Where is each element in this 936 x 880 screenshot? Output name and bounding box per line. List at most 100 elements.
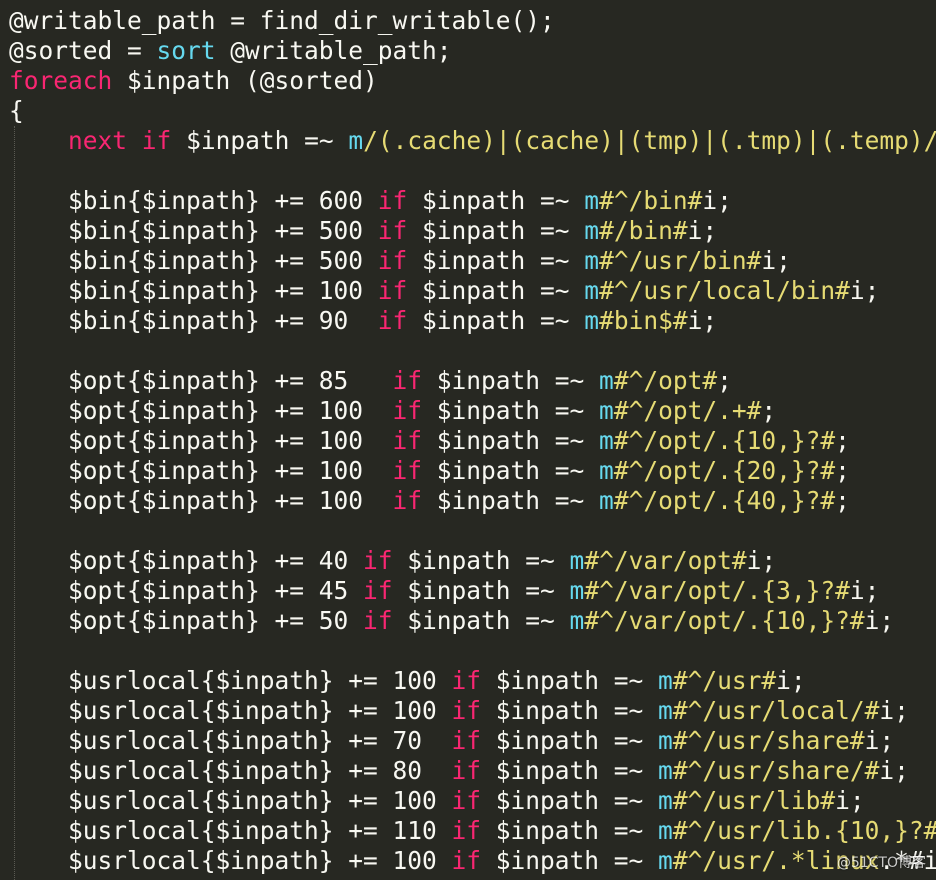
code-token: $inpath =~: [422, 486, 600, 515]
code-token: m: [658, 696, 673, 725]
code-token: ;: [835, 426, 850, 455]
code-editor[interactable]: @writable_path = find_dir_writable(); @so…: [0, 0, 936, 880]
code-token: #^/usr/local/#: [672, 696, 880, 725]
code-line[interactable]: $usrlocal{$inpath} += 110 if $inpath =~ …: [9, 816, 936, 846]
code-line[interactable]: $bin{$inpath} += 500 if $inpath =~ m#^/u…: [9, 246, 936, 276]
code-token: #^/var/opt#: [584, 546, 747, 575]
code-token: if: [377, 246, 408, 275]
code-token: m: [599, 486, 614, 515]
code-token: m: [584, 276, 600, 305]
code-line[interactable]: $opt{$inpath} += 85 if $inpath =~ m#^/op…: [9, 366, 936, 396]
code-token: m: [658, 726, 673, 755]
code-token: $inpath (@sorted): [112, 66, 378, 95]
code-token: foreach: [9, 66, 113, 95]
code-token: if: [451, 846, 482, 875]
code-token: i;: [687, 216, 718, 245]
code-line[interactable]: [9, 156, 936, 186]
code-token: i;: [879, 696, 909, 725]
code-line[interactable]: $bin{$inpath} += 600 if $inpath =~ m#^/b…: [9, 186, 936, 216]
code-token: $inpath =~: [422, 456, 600, 485]
code-line[interactable]: [9, 516, 936, 546]
code-token: #^/opt/.+#: [613, 396, 762, 425]
code-token: m: [584, 186, 600, 215]
code-token: if: [363, 606, 393, 635]
code-line[interactable]: $opt{$inpath} += 45 if $inpath =~ m#^/va…: [9, 576, 936, 606]
code-line[interactable]: [9, 336, 936, 366]
code-token: $usrlocal{$inpath} += 100: [9, 696, 452, 725]
code-line[interactable]: $usrlocal{$inpath} += 80 if $inpath =~ m…: [9, 756, 936, 786]
code-token: $opt{$inpath} += 100: [9, 456, 393, 485]
code-line[interactable]: next if $inpath =~ m/(.cache)|(cache)|(t…: [9, 126, 936, 156]
code-token: $opt{$inpath} += 85: [9, 366, 393, 395]
code-token: if: [377, 216, 408, 245]
code-token: $opt{$inpath} += 40: [9, 546, 364, 575]
code-token: m: [658, 786, 673, 815]
code-line[interactable]: $bin{$inpath} += 500 if $inpath =~ m#/bi…: [9, 216, 936, 246]
code-token: ;: [761, 396, 777, 425]
code-token: #^/usr/share/#: [672, 756, 880, 785]
code-token: #^/var/opt/.{10,}?#: [584, 606, 865, 635]
code-token: i;: [849, 276, 880, 305]
code-token: $inpath =~: [481, 696, 659, 725]
code-line[interactable]: $usrlocal{$inpath} += 100 if $inpath =~ …: [9, 786, 936, 816]
code-token: if: [392, 396, 423, 425]
code-line[interactable]: $usrlocal{$inpath} += 100 if $inpath =~ …: [9, 696, 936, 726]
code-token: $usrlocal{$inpath} += 100: [9, 846, 452, 875]
code-token: $bin{$inpath} += 90: [9, 306, 378, 335]
code-line[interactable]: $opt{$inpath} += 100 if $inpath =~ m#^/o…: [9, 426, 936, 456]
code-token: $inpath =~: [392, 606, 570, 635]
code-token: #^/usr/lib#: [672, 786, 836, 815]
code-token: $inpath =~: [481, 846, 659, 875]
code-line[interactable]: $opt{$inpath} += 50 if $inpath =~ m#^/va…: [9, 606, 936, 636]
code-token: #^/usr/share#: [672, 726, 865, 755]
code-line[interactable]: $opt{$inpath} += 100 if $inpath =~ m#^/o…: [9, 396, 936, 426]
code-token: if: [451, 726, 482, 755]
code-token: ;: [835, 456, 850, 485]
code-line[interactable]: {: [9, 96, 936, 126]
code-token: @writable_path;: [215, 36, 452, 65]
code-token: i;: [879, 756, 909, 785]
code-token: m: [569, 576, 585, 605]
code-token: #/bin#: [599, 216, 688, 245]
code-line[interactable]: @writable_path = find_dir_writable();: [9, 6, 936, 36]
code-token: $inpath =~: [407, 246, 585, 275]
code-line[interactable]: @sorted = sort @writable_path;: [9, 36, 936, 66]
code-line[interactable]: $usrlocal{$inpath} += 100 if $inpath =~ …: [9, 846, 936, 876]
code-token: if: [363, 546, 393, 575]
code-line[interactable]: foreach $inpath (@sorted): [9, 66, 936, 96]
code-line[interactable]: $opt{$inpath} += 100 if $inpath =~ m#^/o…: [9, 456, 936, 486]
code-token: m: [658, 666, 673, 695]
code-token: if: [392, 486, 423, 515]
code-token: $opt{$inpath} += 50: [9, 606, 364, 635]
code-token: #^/usr/lib.{10,}?#: [672, 816, 936, 845]
code-token: m: [584, 246, 600, 275]
code-token: ;: [717, 366, 732, 395]
code-token: next: [68, 126, 128, 155]
code-token: $inpath =~: [171, 126, 349, 155]
code-token: $usrlocal{$inpath} += 100: [9, 786, 452, 815]
code-token: m: [599, 456, 614, 485]
code-token: if: [377, 306, 408, 335]
code-token: i;: [761, 246, 791, 275]
code-token: $inpath =~: [407, 186, 585, 215]
code-line[interactable]: $opt{$inpath} += 40 if $inpath =~ m#^/va…: [9, 546, 936, 576]
code-line[interactable]: $bin{$inpath} += 100 if $inpath =~ m#^/u…: [9, 276, 936, 306]
code-token: #^/usr#: [672, 666, 777, 695]
code-line[interactable]: [9, 636, 936, 666]
code-token: $inpath =~: [422, 366, 600, 395]
code-token: $opt{$inpath} += 100: [9, 486, 393, 515]
code-line[interactable]: $opt{$inpath} += 100 if $inpath =~ m#^/o…: [9, 486, 936, 516]
code-line[interactable]: $usrlocal{$inpath} += 70 if $inpath =~ m…: [9, 726, 936, 756]
code-token: #^/opt/.{20,}?#: [613, 456, 836, 485]
code-line[interactable]: $usrlocal{$inpath} += 100 if $inpath =~ …: [9, 666, 936, 696]
code-token: $inpath =~: [407, 276, 585, 305]
code-token: i;: [746, 546, 777, 575]
code-token: m: [584, 216, 600, 245]
code-line[interactable]: $bin{$inpath} += 90 if $inpath =~ m#bin$…: [9, 306, 936, 336]
code-area[interactable]: @writable_path = find_dir_writable(); @so…: [9, 6, 936, 876]
code-token: if: [363, 576, 393, 605]
code-token: m: [584, 306, 600, 335]
code-token: if: [392, 456, 423, 485]
code-token: $inpath =~: [392, 546, 570, 575]
